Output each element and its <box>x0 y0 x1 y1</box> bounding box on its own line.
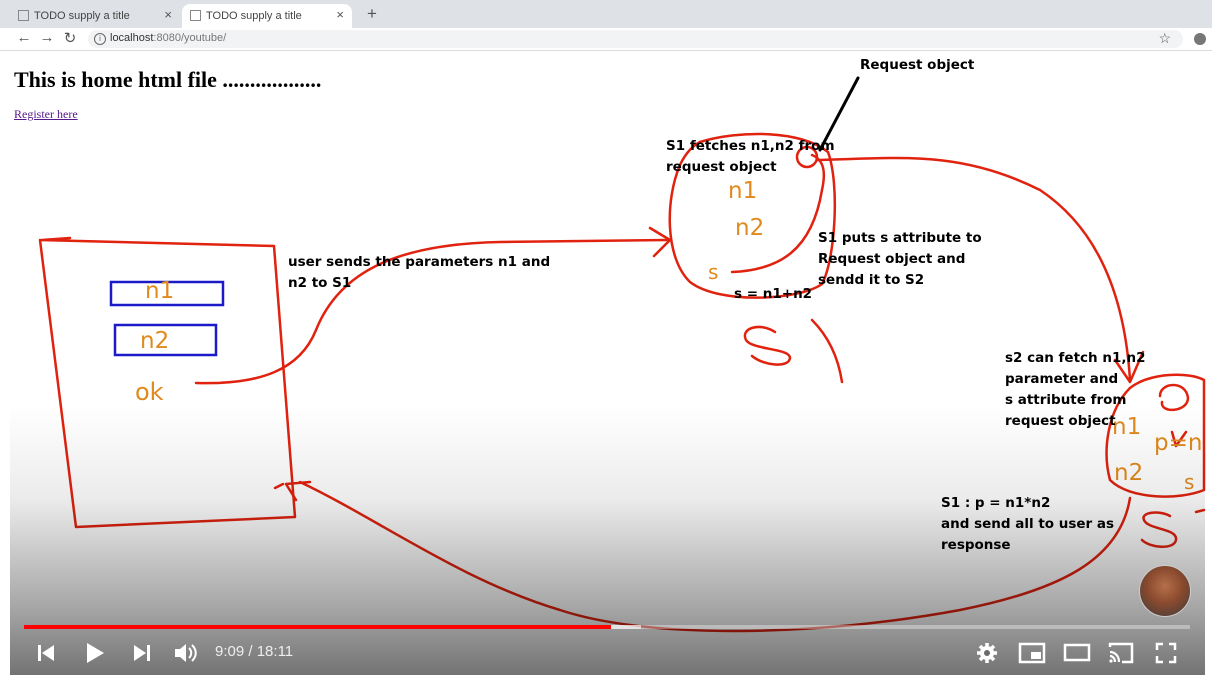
note-line: response <box>941 537 1011 553</box>
channel-avatar[interactable] <box>1139 565 1191 617</box>
s1-var-n2: n2 <box>735 215 765 241</box>
note-line: S1 puts s attribute to <box>818 230 982 246</box>
play-icon[interactable] <box>82 640 108 666</box>
note-line: n2 to S1 <box>288 275 352 291</box>
time-current: 9:09 <box>215 643 245 660</box>
note-line: request object <box>666 159 777 175</box>
form-field-n1: n1 <box>145 278 175 304</box>
s2-var-p: p=n <box>1154 430 1203 456</box>
note-request-object: Request object <box>860 57 975 73</box>
note-line: and send all to user as <box>941 516 1115 532</box>
note-line: sendd it to S2 <box>818 272 925 288</box>
s1-var-n1: n1 <box>728 178 758 204</box>
s2-var-n2: n2 <box>1114 460 1144 486</box>
s1-var-s: s <box>708 260 719 284</box>
s2-handwritten-two <box>1194 508 1206 514</box>
form-ok-label: ok <box>135 378 164 406</box>
form-field-n2: n2 <box>140 328 170 354</box>
note-line: request object <box>1005 413 1116 429</box>
note-s1-puts: S1 puts s attribute to Request object an… <box>818 228 982 291</box>
note-line: Request object and <box>818 251 966 267</box>
volume-icon[interactable] <box>172 640 200 666</box>
settings-gear-icon[interactable] <box>975 641 999 665</box>
note-s2-fetch: s2 can fetch n1,n2 parameter and s attri… <box>1005 348 1145 432</box>
user-to-s1-arrowhead <box>648 226 672 258</box>
s1-handwritten-one <box>810 318 844 384</box>
note-s1-fetches: S1 fetches n1,n2 from request object <box>666 136 835 178</box>
note-response: S1 : p = n1*n2 and send all to user as r… <box>941 493 1114 556</box>
whiteboard-drawing <box>38 76 1206 633</box>
note-line: S1 : p = n1*n2 <box>941 495 1051 511</box>
cursor-mark <box>273 482 285 490</box>
note-line: s attribute from <box>1005 392 1127 408</box>
theater-mode-icon[interactable] <box>1063 643 1091 663</box>
s2-inner-curve <box>1158 383 1190 411</box>
next-icon[interactable] <box>130 642 152 664</box>
cast-icon[interactable] <box>1107 641 1135 665</box>
progress-bar[interactable] <box>24 625 1190 629</box>
s2-handwritten-label <box>1140 511 1178 548</box>
s2-var-s: s <box>1184 470 1195 494</box>
time-display: 9:09 / 18:11 <box>215 643 294 660</box>
miniplayer-icon[interactable] <box>1018 642 1046 664</box>
note-user-sends: user sends the parameters n1 and n2 to S… <box>288 252 550 294</box>
time-total: 18:11 <box>256 643 294 660</box>
note-line: parameter and <box>1005 371 1119 387</box>
note-line: S1 fetches n1,n2 from <box>666 138 835 154</box>
s1-handwritten-label <box>743 325 792 366</box>
progress-played <box>24 625 611 629</box>
fullscreen-icon[interactable] <box>1154 641 1178 665</box>
previous-icon[interactable] <box>36 642 58 664</box>
note-line: user sends the parameters n1 and <box>288 254 551 270</box>
s1-formula: s = n1+n2 <box>734 286 813 302</box>
note-line: s2 can fetch n1,n2 <box>1005 350 1146 366</box>
